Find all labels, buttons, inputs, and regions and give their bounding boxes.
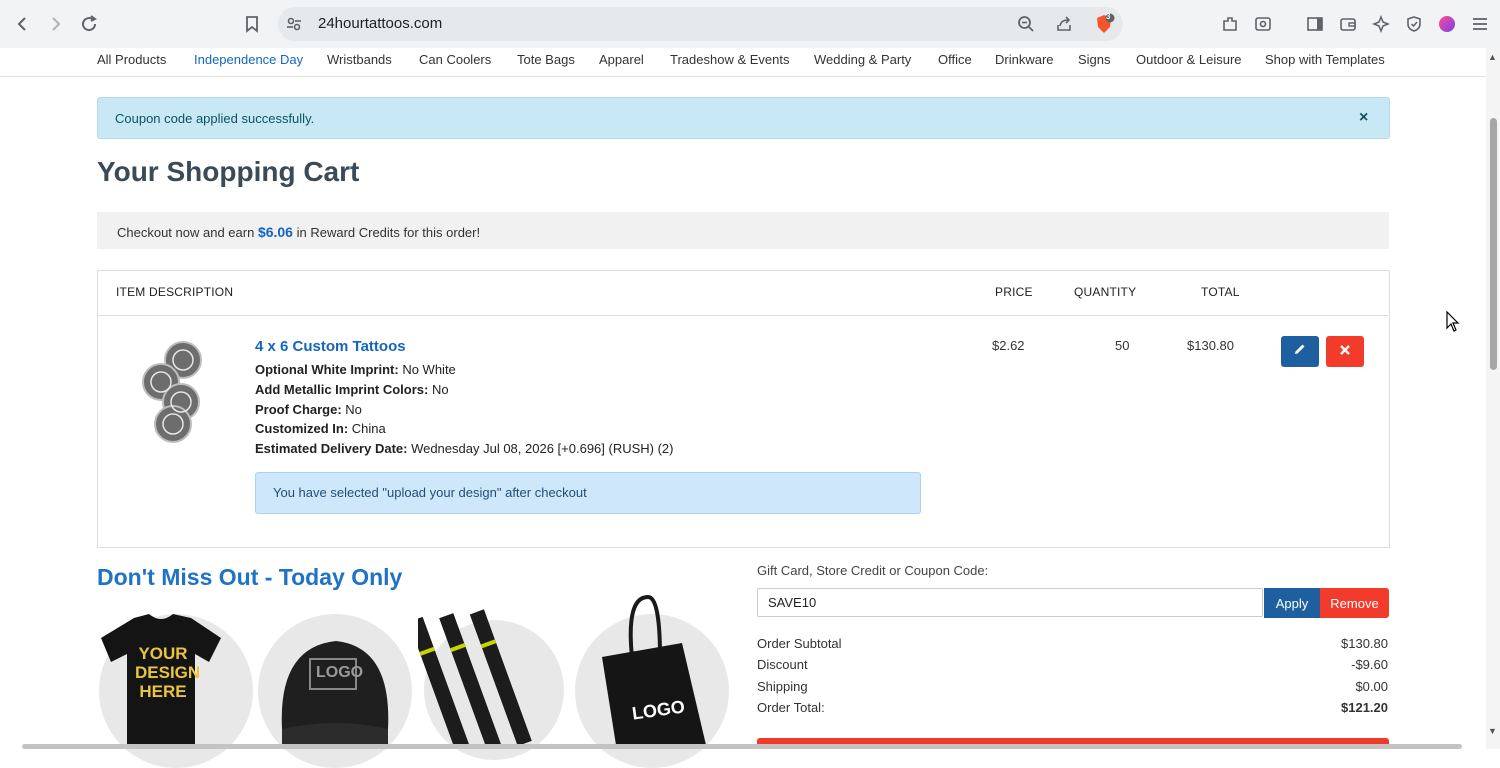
attr-value: No	[341, 402, 362, 417]
wallet-icon[interactable]	[1336, 12, 1360, 36]
attr-metallic-imprint: Add Metallic Imprint Colors: No	[255, 382, 449, 397]
coupon-label: Gift Card, Store Credit or Coupon Code:	[757, 563, 989, 578]
attr-value: No White	[398, 362, 456, 377]
attr-label: Proof Charge:	[255, 402, 342, 417]
nav-item-shop-with-templates[interactable]: Shop with Templates	[1265, 52, 1385, 67]
tshirt-print-text: YOUR DESIGN HERE	[135, 644, 201, 701]
nav-item-wristbands[interactable]: Wristbands	[327, 52, 392, 67]
alert-message: Coupon code applied successfully.	[115, 111, 315, 126]
summary-label-discount: Discount	[757, 657, 808, 672]
col-header-description: ITEM DESCRIPTION	[116, 285, 234, 299]
zoom-icon[interactable]	[1014, 12, 1038, 36]
nav-item-tradeshow-events[interactable]: Tradeshow & Events	[670, 52, 789, 67]
promo-title: Don't Miss Out - Today Only	[97, 564, 403, 590]
brave-shield-icon[interactable]	[1092, 12, 1116, 36]
nav-item-can-coolers[interactable]: Can Coolers	[419, 52, 491, 67]
promo-cap-image[interactable]	[270, 625, 400, 745]
vertical-scroll-thumb[interactable]	[1490, 118, 1497, 370]
nav-item-outdoor-leisure[interactable]: Outdoor & Leisure	[1136, 52, 1242, 67]
table-divider	[98, 315, 1388, 316]
attr-value: China	[348, 421, 386, 436]
vpn-icon[interactable]	[1402, 12, 1426, 36]
horizontal-scroll-thumb[interactable]	[22, 744, 1462, 749]
summary-value-shipping: $0.00	[1355, 679, 1388, 694]
reward-message: Checkout now and earn $6.06 in Reward Cr…	[117, 224, 480, 240]
coupon-input[interactable]	[757, 588, 1263, 617]
edit-item-button[interactable]	[1281, 336, 1319, 367]
reload-icon[interactable]	[77, 12, 101, 36]
site-settings-icon[interactable]	[282, 12, 306, 36]
url-text[interactable]: 24hourtattoos.com	[318, 15, 442, 32]
item-price: $2.62	[992, 338, 1025, 353]
scroll-up-icon[interactable]: ▲	[1488, 52, 1497, 62]
cap-logo-text: LOGO	[316, 664, 364, 681]
reward-amount: $6.06	[257, 224, 293, 240]
nav-item-apparel[interactable]: Apparel	[599, 52, 644, 67]
nav-item-signs[interactable]: Signs	[1078, 52, 1111, 67]
summary-value-subtotal: $130.80	[1341, 636, 1388, 651]
apply-coupon-button[interactable]: Apply	[1264, 588, 1320, 618]
summary-label-subtotal: Order Subtotal	[757, 636, 842, 651]
close-icon	[1339, 343, 1351, 361]
promo-pens-image[interactable]	[408, 605, 548, 754]
design-note-text: You have selected "upload your design" a…	[273, 485, 587, 500]
summary-label-shipping: Shipping	[757, 679, 808, 694]
attr-value: No	[428, 382, 449, 397]
product-title-link[interactable]: 4 x 6 Custom Tattoos	[255, 338, 406, 355]
mouse-cursor-icon	[1446, 310, 1460, 338]
pencil-icon	[1293, 342, 1307, 361]
remove-coupon-button[interactable]: Remove	[1320, 588, 1389, 618]
leo-ai-icon[interactable]	[1369, 12, 1393, 36]
col-header-price: PRICE	[995, 285, 1033, 299]
nav-item-drinkware[interactable]: Drinkware	[995, 52, 1054, 67]
promo-tote-image[interactable]	[598, 594, 708, 745]
nav-item-wedding-party[interactable]: Wedding & Party	[814, 52, 911, 67]
col-header-quantity: QUANTITY	[1074, 285, 1137, 299]
item-total: $130.80	[1187, 338, 1234, 353]
shield-badge-count: 3	[1106, 12, 1111, 21]
attr-customized-in: Customized In: China	[255, 421, 386, 436]
scroll-down-icon[interactable]: ▼	[1488, 726, 1497, 736]
attr-delivery-date: Estimated Delivery Date: Wednesday Jul 0…	[255, 441, 674, 456]
attr-label: Customized In:	[255, 421, 349, 436]
attr-proof-charge: Proof Charge: No	[255, 402, 362, 417]
profile-avatar-icon[interactable]	[1435, 12, 1459, 36]
close-icon[interactable]: ×	[1359, 109, 1368, 127]
nav-item-office[interactable]: Office	[938, 52, 972, 67]
screenshot-icon[interactable]	[1251, 12, 1275, 36]
attr-white-imprint: Optional White Imprint: No White	[255, 362, 456, 377]
summary-label-total: Order Total:	[757, 700, 825, 715]
col-header-total: TOTAL	[1201, 285, 1240, 299]
back-icon[interactable]	[11, 12, 35, 36]
remove-item-button[interactable]	[1326, 336, 1364, 367]
menu-icon[interactable]	[1468, 12, 1492, 36]
nav-item-tote-bags[interactable]: Tote Bags	[517, 52, 575, 67]
bookmark-icon[interactable]	[240, 12, 264, 36]
reward-prefix: Checkout now and earn	[117, 225, 258, 240]
summary-value-total: $121.20	[1341, 700, 1388, 715]
extensions-icon[interactable]	[1218, 12, 1242, 36]
attr-value: Wednesday Jul 08, 2026 [+0.696] (RUSH) (…	[407, 441, 674, 456]
attr-label: Add Metallic Imprint Colors:	[255, 382, 429, 397]
attr-label: Optional White Imprint:	[255, 362, 399, 377]
reward-suffix: in Reward Credits for this order!	[292, 225, 481, 240]
item-quantity: 50	[1115, 338, 1130, 353]
forward-icon[interactable]	[43, 12, 67, 36]
product-image[interactable]	[135, 338, 215, 446]
attr-label: Estimated Delivery Date:	[255, 441, 408, 456]
sidebar-icon[interactable]	[1303, 12, 1327, 36]
page-title: Your Shopping Cart	[97, 156, 360, 187]
share-icon[interactable]	[1052, 12, 1076, 36]
summary-value-discount: -$9.60	[1351, 657, 1388, 672]
nav-item-independence-day[interactable]: Independence Day	[194, 52, 303, 67]
nav-item-all-products[interactable]: All Products	[97, 52, 166, 67]
